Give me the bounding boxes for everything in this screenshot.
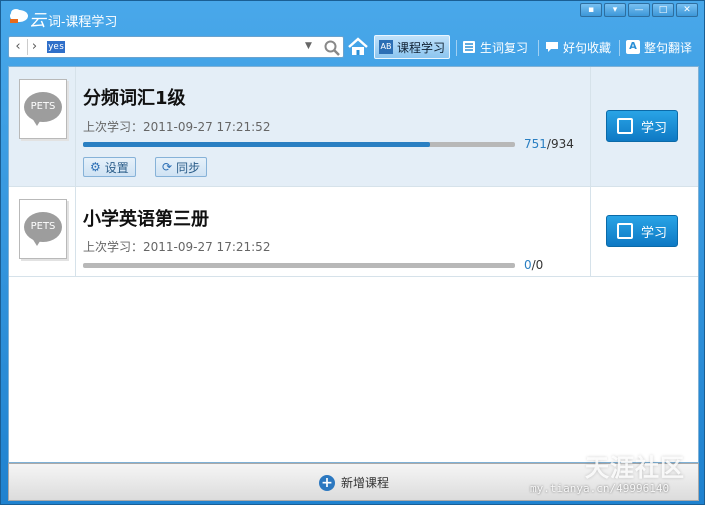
plus-icon: + <box>319 474 335 491</box>
study-button[interactable]: 学习 <box>606 110 678 142</box>
divider <box>590 187 591 277</box>
tab-label: 课程学习 <box>397 40 446 55</box>
course-icon: AB <box>379 40 393 54</box>
speech-bubble-icon <box>32 238 42 246</box>
study-icon <box>616 223 633 239</box>
chevron-down-icon[interactable]: ▼ <box>305 41 312 51</box>
tab-sentence-translation[interactable]: A 整句翻译 <box>622 35 696 59</box>
cloud-logo-icon <box>10 9 28 23</box>
watermark-url: my.tianya.cn/49996140 <box>530 482 670 495</box>
last-study-time: 上次学习：2011-09-27 17:21:52 <box>83 120 271 134</box>
app-brand: 云 <box>29 11 46 31</box>
study-label: 学习 <box>640 120 667 136</box>
course-item[interactable]: PETS 分频词汇1级 上次学习：2011-09-27 17:21:52 751… <box>9 67 698 187</box>
pets-badge: PETS <box>24 92 62 122</box>
tab-label: 生词复习 <box>480 40 529 55</box>
title-bar: 云词-课程学习 ▪ ▾ — □ ✕ <box>1 1 704 31</box>
progress-total: /934 <box>546 137 574 151</box>
translate-icon: A <box>626 40 640 54</box>
course-thumbnail: PETS <box>19 79 67 139</box>
watermark-logo: 天涯社区 <box>585 454 685 482</box>
menu-button[interactable]: ▾ <box>604 3 626 17</box>
course-thumbnail: PETS <box>19 199 67 259</box>
progress-count: 751/934 <box>524 137 574 151</box>
divider <box>75 187 76 277</box>
divider <box>75 67 76 187</box>
progress-bar <box>83 142 515 147</box>
gear-icon: ⚙ <box>90 160 101 174</box>
app-title-text: 词-课程学习 <box>48 15 118 30</box>
window-title: 云词-课程学习 <box>29 6 117 31</box>
last-study-time: 上次学习：2011-09-27 17:21:52 <box>83 240 271 254</box>
back-arrow-icon[interactable]: ‹ <box>11 39 25 55</box>
tab-label: 好句收藏 <box>563 40 612 55</box>
skin-button[interactable]: ▪ <box>580 3 602 17</box>
minimize-button[interactable]: — <box>628 3 650 17</box>
course-title: 分频词汇1级 <box>83 88 186 109</box>
tab-course-study[interactable]: AB 课程学习 <box>374 35 451 59</box>
search-box: ‹ › yes ▼ <box>8 36 344 58</box>
progress-done: 751 <box>524 137 547 151</box>
search-icon[interactable] <box>323 39 341 57</box>
window-controls: ▪ ▾ — □ ✕ <box>580 3 698 17</box>
study-icon <box>616 118 633 134</box>
tab-word-review[interactable]: 生词复习 <box>458 35 532 59</box>
tab-label: 整句翻译 <box>644 40 693 55</box>
maximize-button[interactable]: □ <box>652 3 674 17</box>
sync-icon: ⟳ <box>162 160 173 174</box>
toolbar-divider <box>456 40 457 56</box>
course-title: 小学英语第三册 <box>83 209 209 230</box>
pets-badge: PETS <box>24 212 62 242</box>
toolbar-divider <box>619 40 620 56</box>
tab-favorite-sentences[interactable]: 好句收藏 <box>541 35 615 59</box>
progress-fill <box>83 142 431 147</box>
study-button[interactable]: 学习 <box>606 215 678 247</box>
forward-arrow-icon[interactable]: › <box>27 39 41 55</box>
settings-button[interactable]: ⚙ 设置 <box>83 157 136 177</box>
progress-total: /0 <box>531 258 544 272</box>
toolbar: ‹ › yes ▼ AB 课程学习 生词复习 好句收藏 A 整句翻译 <box>1 33 704 61</box>
progress-count: 0/0 <box>524 258 543 272</box>
divider <box>590 67 591 187</box>
home-icon[interactable] <box>347 37 369 57</box>
app-window: 云词-课程学习 ▪ ▾ — □ ✕ ‹ › yes ▼ AB 课程学习 生词复习… <box>0 0 705 505</box>
search-input[interactable]: yes <box>47 41 66 53</box>
add-course-label: 新增课程 <box>341 476 390 490</box>
sync-button[interactable]: ⟳ 同步 <box>155 157 208 177</box>
list-icon <box>463 41 475 53</box>
course-item[interactable]: PETS 小学英语第三册 上次学习：2011-09-27 17:21:52 0/… <box>9 187 698 277</box>
progress-done: 0 <box>524 258 532 272</box>
settings-label: 设置 <box>104 160 129 175</box>
add-course-button[interactable]: + 新增课程 <box>319 474 389 491</box>
toolbar-divider <box>538 40 539 56</box>
close-button[interactable]: ✕ <box>676 3 698 17</box>
sync-label: 同步 <box>176 160 201 175</box>
progress-bar <box>83 263 515 268</box>
study-label: 学习 <box>640 225 667 241</box>
chat-icon <box>546 42 558 52</box>
speech-bubble-icon <box>32 118 42 126</box>
course-list: PETS 分频词汇1级 上次学习：2011-09-27 17:21:52 751… <box>8 66 699 463</box>
